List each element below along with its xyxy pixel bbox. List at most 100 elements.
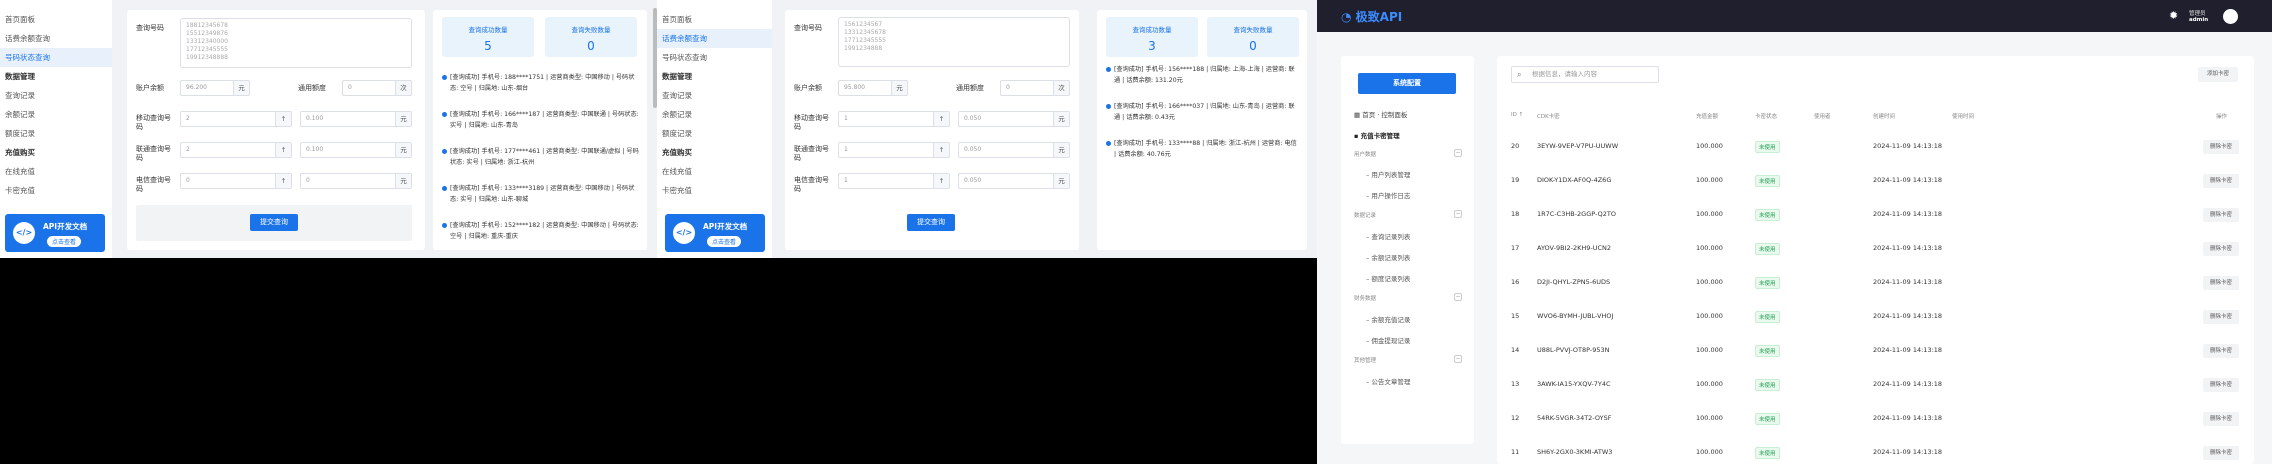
sidebar-item-query-records[interactable]: 查询记录 [0,86,112,105]
mobile-price-unit: 元 [1053,112,1069,126]
sidebar-item-home[interactable]: 首页面板 [0,10,112,29]
system-config-button[interactable]: 系统配置 [1358,73,1456,94]
menu-section-finance[interactable]: 财务数据 − [1354,293,1462,302]
api-docs-button[interactable]: 点击查看 [47,236,82,247]
row-cdk: U88L-PVVJ-OT8P-953N [1537,346,1610,354]
unicom-count-field[interactable]: 2 ↑ [180,142,292,158]
status-badge: 未使用 [1755,345,1780,357]
menu-item-recharge-records[interactable]: – 余额充值记录 [1366,314,1410,324]
api-docs-card[interactable]: </> API开发文档 点击查看 [665,214,765,252]
mobile-count-field[interactable]: 1 ↑ [838,111,950,127]
row-id: 17 [1511,244,1520,252]
submit-button[interactable]: 提交查询 [250,214,298,231]
sidebar-item-quota-records[interactable]: 额度记录 [0,124,112,143]
menu-section-users[interactable]: 用户数据 − [1354,149,1462,158]
add-card-button[interactable]: 添加卡密 [2198,67,2238,82]
column-header-id[interactable]: ID ↑ [1511,112,1523,118]
delete-card-button[interactable]: 删除卡密 [2203,174,2239,188]
sidebar-item-online-recharge[interactable]: 在线充值 [0,162,112,181]
collapse-icon[interactable]: − [1454,293,1462,301]
sidebar-item-online-recharge[interactable]: 在线充值 [657,162,772,181]
row-amount: 100.000 [1696,142,1723,150]
telecom-count-field[interactable]: 1 ↑ [838,173,950,189]
stepper-icon[interactable]: ↑ [275,174,291,188]
log-entry: [查询成功] 手机号: 133****88 | 归属地: 浙江-杭州 | 运营商… [1106,138,1300,160]
bullet-icon [442,112,447,117]
mobile-count-field[interactable]: 2 ↑ [180,111,292,127]
delete-card-button[interactable]: 删除卡密 [2203,446,2239,460]
sidebar-item-status-query[interactable]: 号码状态查询 [0,48,112,67]
sidebar-item-card-recharge[interactable]: 卡密充值 [657,181,772,200]
stepper-icon[interactable]: ↑ [933,174,949,188]
delete-card-button[interactable]: 删除卡密 [2203,310,2239,324]
theme-toggle-icon[interactable]: ✹ [2169,9,2178,22]
menu-item-quota-records[interactable]: – 额度记录列表 [1366,273,1410,283]
row-created: 2024-11-09 14:13:18 [1873,142,1943,150]
query-textarea[interactable]: 1561234567 13312345678 17712345555 19912… [838,17,1070,67]
stepper-icon[interactable]: ↑ [275,112,291,126]
delete-card-button[interactable]: 删除卡密 [2203,276,2239,290]
sidebar-item-home[interactable]: 首页面板 [657,10,772,29]
sidebar-item-balance-query[interactable]: 话费余额查询 [0,29,112,48]
sidebar-item-balance-records[interactable]: 余额记录 [0,105,112,124]
delete-card-button[interactable]: 删除卡密 [2203,208,2239,222]
delete-card-button[interactable]: 删除卡密 [2203,344,2239,358]
unicom-price-unit: 元 [1053,143,1069,157]
app-logo[interactable]: ◔ 极致API [1341,8,1402,25]
collapse-icon[interactable]: − [1454,149,1462,157]
stepper-icon[interactable]: ↑ [933,112,949,126]
limit-field: 0次 [342,80,412,96]
collapse-icon[interactable]: − [1454,355,1462,363]
success-stat: 查询成功数量 3 [1106,17,1198,57]
menu-item-balance-records[interactable]: – 余额记录列表 [1366,252,1410,262]
sidebar-item-status-query[interactable]: 号码状态查询 [657,48,772,67]
row-amount: 100.000 [1696,176,1723,184]
avatar[interactable] [2223,9,2238,24]
menu-item-user-logs[interactable]: – 用户操作日志 [1366,190,1410,200]
stepper-icon[interactable]: ↑ [275,143,291,157]
telecom-label: 电信查询号码 [136,176,171,193]
submit-button[interactable]: 提交查询 [907,214,955,231]
query-label: 查询号码 [794,24,822,32]
delete-card-button[interactable]: 删除卡密 [2203,242,2239,256]
column-header-created: 创建时间 [1873,114,1896,120]
delete-card-button[interactable]: 删除卡密 [2203,412,2239,426]
sidebar-item-query-records[interactable]: 查询记录 [657,86,772,105]
row-amount: 100.000 [1696,448,1723,456]
row-id: 12 [1511,414,1520,422]
column-header-cdk: CDK卡密 [1537,114,1560,120]
table-row: 17 AYOV-9BI2-2KH9-UCN2 100.000 2024-11-09 1… [1497,232,2254,266]
log-entry: [查询成功] 手机号: 152****182 | 运营商类型: 中国移动 | 号… [442,220,640,242]
menu-item-dashboard[interactable]: ▦ 首页 · 控制面板 [1354,109,1407,119]
status-badge: 未使用 [1755,379,1780,391]
delete-card-button[interactable]: 删除卡密 [2203,140,2239,154]
menu-section-other[interactable]: 其他管理 − [1354,355,1462,364]
row-amount: 100.000 [1696,244,1723,252]
sidebar-item-balance-records[interactable]: 余额记录 [657,105,772,124]
api-docs-card[interactable]: </> API开发文档 点击查看 [5,214,105,252]
mobile-price-field: 0.050 元 [958,111,1070,127]
query-textarea[interactable]: 18812345678 15512349876 13312340000 1771… [180,18,412,68]
sidebar-item-quota-records[interactable]: 额度记录 [657,124,772,143]
telecom-count-field[interactable]: 0 ↑ [180,173,292,189]
sidebar-item-balance-query[interactable]: 话费余额查询 [657,29,772,48]
row-amount: 100.000 [1696,380,1723,388]
menu-item-user-list[interactable]: – 用户列表管理 [1366,169,1410,179]
sidebar-item-card-recharge[interactable]: 卡密充值 [0,181,112,200]
menu-section-records[interactable]: 数据记录 − [1354,210,1462,219]
api-docs-button[interactable]: 点击查看 [707,236,742,247]
menu-item-announcements[interactable]: – 公告文章管理 [1366,376,1410,386]
row-created: 2024-11-09 14:13:18 [1873,278,1943,286]
sidebar: 首页面板 话费余额查询 号码状态查询 数据管理 查询记录 余额记录 额度记录 充… [657,0,772,258]
menu-item-withdraw-records[interactable]: – 佣金提现记录 [1366,335,1410,345]
search-input[interactable]: ⌕ 根据信息，请输入内容 [1511,66,1659,83]
stepper-icon[interactable]: ↑ [933,143,949,157]
delete-card-button[interactable]: 删除卡密 [2203,378,2239,392]
menu-item-query-records[interactable]: – 查询记录列表 [1366,231,1410,241]
row-amount: 100.000 [1696,414,1723,422]
collapse-icon[interactable]: − [1454,210,1462,218]
unicom-count-field[interactable]: 1 ↑ [838,142,950,158]
code-icon: </> [13,222,35,244]
column-header-action: 操作 [2216,114,2228,120]
menu-item-card-management[interactable]: ▪ 充值卡密管理 [1354,130,1400,140]
